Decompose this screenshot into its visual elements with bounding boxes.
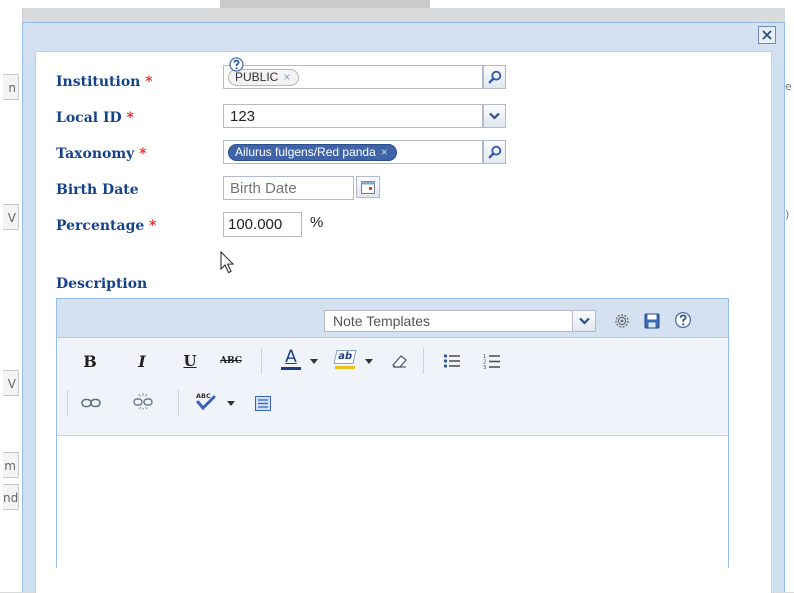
- underline-label: U: [183, 352, 197, 370]
- chevron-down-icon: [489, 112, 500, 120]
- percentage-label: Percentage *: [56, 218, 157, 234]
- spell-check-button[interactable]: ABC: [193, 390, 219, 412]
- unlink-icon: [133, 393, 153, 410]
- gear-icon: [615, 314, 629, 328]
- percentage-input[interactable]: 100.000: [223, 212, 302, 237]
- note-templates-dropdown-button[interactable]: [572, 310, 596, 332]
- toolbar-separator: [178, 390, 179, 416]
- clear-formatting-button[interactable]: [388, 350, 410, 372]
- link-icon: [81, 398, 101, 408]
- background-fragment: e: [785, 80, 792, 93]
- taxonomy-label: Taxonomy *: [56, 146, 147, 162]
- mouse-cursor-icon: [220, 251, 235, 274]
- background-fragment: nd: [3, 484, 19, 510]
- local-id-label: Local ID *: [56, 110, 134, 126]
- bullet-list-button[interactable]: [441, 350, 463, 372]
- note-templates-combo[interactable]: Note Templates: [324, 310, 596, 332]
- editor-header: Note Templates: [57, 299, 728, 338]
- dialog-body: Institution * PUBLIC × Local ID * 123 Ta…: [35, 51, 772, 593]
- eraser-icon: [392, 355, 407, 368]
- bullet-list-icon: [443, 354, 460, 368]
- remove-chip-icon[interactable]: ×: [381, 145, 388, 159]
- close-icon: [762, 30, 772, 40]
- local-id-dropdown-button[interactable]: [483, 104, 506, 128]
- toolbar-separator: [261, 348, 262, 374]
- background-fragment: ): [785, 208, 790, 221]
- edit-animal-dialog: Institution * PUBLIC × Local ID * 123 Ta…: [22, 22, 785, 593]
- note-templates-placeholder: Note Templates: [333, 313, 431, 329]
- source-edit-button[interactable]: [253, 392, 273, 414]
- strikethrough-button[interactable]: ABC: [217, 350, 245, 372]
- highlight-label: ab: [333, 349, 357, 364]
- background-fragment: V: [3, 204, 19, 230]
- institution-chip-label: PUBLIC: [235, 70, 279, 84]
- institution-label: Institution *: [56, 74, 153, 90]
- save-icon: [644, 313, 660, 329]
- close-button[interactable]: [758, 26, 776, 44]
- bold-button[interactable]: B: [79, 350, 101, 372]
- birth-date-label: Birth Date: [56, 182, 139, 198]
- date-picker-button[interactable]: [356, 176, 380, 198]
- highlight-dropdown[interactable]: [363, 350, 375, 372]
- search-icon: [488, 145, 501, 159]
- institution-field[interactable]: PUBLIC ×: [223, 57, 506, 89]
- background-fragment: m: [3, 452, 19, 478]
- bold-label: B: [83, 351, 97, 371]
- taxonomy-search-button[interactable]: [483, 140, 506, 164]
- highlight-button[interactable]: ab: [333, 348, 357, 370]
- birth-date-input[interactable]: [223, 176, 354, 200]
- caret-down-icon: [310, 358, 318, 364]
- editor-help-button[interactable]: [673, 310, 693, 330]
- background-fragment: n: [3, 74, 19, 100]
- taxonomy-chip-label: Ailurus fulgens/Red panda: [235, 145, 376, 159]
- institution-search-button[interactable]: [483, 65, 506, 89]
- caret-down-icon: [227, 400, 235, 406]
- editor-content-area[interactable]: [57, 436, 728, 569]
- chevron-down-icon: [578, 317, 590, 325]
- editor-toolbar: B I U ABC A ab 1 2 3 ABC: [57, 338, 728, 436]
- italic-button[interactable]: I: [131, 350, 153, 372]
- highlight-swatch: [335, 365, 355, 369]
- font-color-button[interactable]: A: [279, 348, 303, 370]
- search-icon: [488, 70, 501, 84]
- numbered-list-button[interactable]: 1 2 3: [481, 350, 503, 372]
- remove-chip-icon[interactable]: ×: [283, 70, 290, 84]
- background-top-strip: [0, 0, 794, 8]
- toolbar-separator: [423, 348, 424, 374]
- local-id-value: 123: [230, 108, 256, 125]
- remove-link-button[interactable]: [131, 390, 155, 412]
- background-tab: [220, 0, 430, 8]
- save-template-button[interactable]: [642, 311, 662, 331]
- taxonomy-chip: Ailurus fulgens/Red panda ×: [228, 144, 397, 161]
- toolbar-separator: [67, 390, 68, 416]
- font-color-dropdown[interactable]: [308, 350, 320, 372]
- description-label: Description: [56, 276, 148, 292]
- source-edit-icon: [255, 395, 271, 411]
- italic-label: I: [138, 351, 146, 371]
- description-editor: Note Templates B I U ABC A ab 1 2 3 ABC: [56, 298, 729, 569]
- help-icon: [229, 57, 244, 72]
- background-left-panel: n V V m nd: [0, 8, 23, 592]
- local-id-field[interactable]: 123: [223, 104, 506, 128]
- background-right-panel: e ): [785, 8, 794, 592]
- spell-check-dropdown[interactable]: [225, 392, 237, 414]
- help-icon: [674, 311, 692, 329]
- calendar-icon: [361, 180, 375, 194]
- background-fragment: V: [3, 370, 19, 396]
- font-color-swatch: [281, 367, 301, 370]
- svg-text:3: 3: [483, 365, 486, 370]
- percentage-value: 100.000: [228, 216, 283, 233]
- insert-link-button[interactable]: [79, 392, 103, 414]
- font-color-label: A: [285, 347, 297, 367]
- svg-text:ABC: ABC: [196, 392, 211, 400]
- underline-button[interactable]: U: [179, 350, 201, 372]
- taxonomy-field[interactable]: Ailurus fulgens/Red panda ×: [223, 140, 506, 164]
- strikethrough-label: ABC: [220, 356, 242, 366]
- spell-check-icon: ABC: [196, 392, 216, 411]
- percentage-unit: %: [310, 214, 324, 231]
- settings-button[interactable]: [612, 311, 632, 331]
- caret-down-icon: [365, 358, 373, 364]
- numbered-list-icon: 1 2 3: [483, 354, 500, 370]
